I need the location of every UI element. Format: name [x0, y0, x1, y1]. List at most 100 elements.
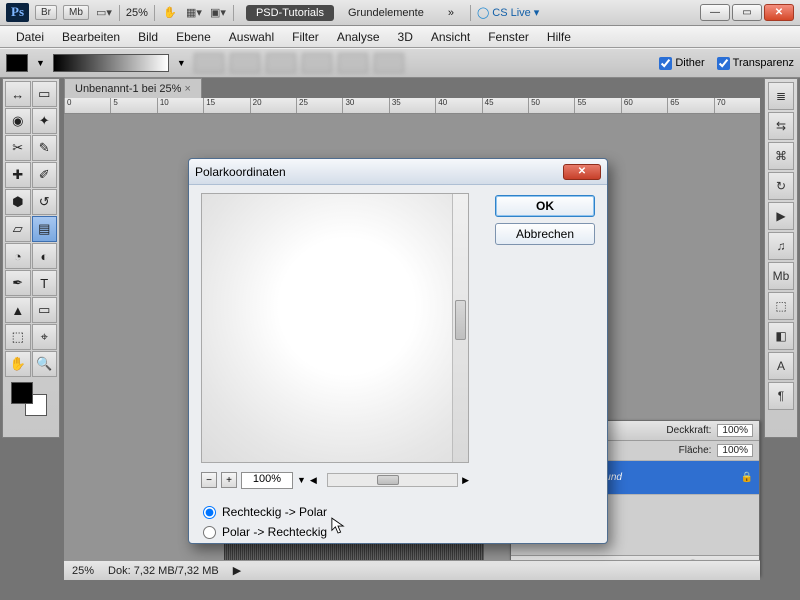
workspace-more-icon[interactable]: » — [438, 5, 464, 21]
right-panel-strip: ≣ ⇆ ⌘ ↻ ▶ ♫ Mb ⬚ ◧ A ¶ — [764, 78, 798, 438]
status-bar: 25% Dok: 7,32 MB/7,32 MB ▶ — [64, 560, 760, 580]
screen-mode-icon[interactable]: ▭▾ — [95, 4, 113, 22]
preview-image — [202, 194, 452, 462]
menu-fenster[interactable]: Fenster — [480, 28, 537, 46]
move-tool[interactable]: ↔ — [5, 81, 31, 107]
3d-camera-tool[interactable]: ⌖ — [32, 324, 58, 350]
status-doc: Dok: 7,32 MB/7,32 MB — [108, 565, 219, 577]
eyedropper-tool[interactable]: ✎ — [32, 135, 58, 161]
opacity-label: Deckkraft: — [666, 425, 711, 436]
panel-icon[interactable]: ¶ — [768, 382, 794, 410]
bridge-chip[interactable]: Br — [35, 5, 57, 20]
minimize-button[interactable]: — — [700, 4, 730, 21]
cslive-link[interactable]: ◯CS Live ▾ — [477, 6, 539, 19]
dropdown-icon[interactable]: ▼ — [297, 475, 306, 485]
arrange-icon[interactable]: ▦▾ — [185, 4, 203, 22]
brush-tool[interactable]: ✐ — [32, 162, 58, 188]
minibridge-chip[interactable]: Mb — [63, 5, 89, 20]
preview-hscroll[interactable] — [327, 473, 458, 487]
panel-icon[interactable]: ◧ — [768, 322, 794, 350]
lock-icon: 🔒 — [741, 472, 753, 483]
menu-3d[interactable]: 3D — [390, 28, 421, 46]
workspace-tab-active[interactable]: PSD-Tutorials — [246, 5, 334, 21]
menu-hilfe[interactable]: Hilfe — [539, 28, 579, 46]
hand-icon[interactable]: ✋ — [161, 4, 179, 22]
status-zoom[interactable]: 25% — [72, 565, 94, 577]
crop-tool[interactable]: ✂ — [5, 135, 31, 161]
panel-icon[interactable]: A — [768, 352, 794, 380]
heal-tool[interactable]: ✚ — [5, 162, 31, 188]
dropdown-icon[interactable]: ▼ — [36, 58, 45, 68]
transparency-checkbox[interactable]: Transparenz — [717, 57, 794, 70]
panel-icon[interactable]: ▶ — [768, 202, 794, 230]
opacity-value[interactable]: 100% — [717, 424, 753, 437]
eraser-tool[interactable]: ▱ — [5, 216, 31, 242]
ok-button[interactable]: OK — [495, 195, 595, 217]
panel-icon[interactable]: ⇆ — [768, 112, 794, 140]
stamp-tool[interactable]: ⬢ — [5, 189, 31, 215]
shape-tool[interactable]: ▭ — [32, 297, 58, 323]
hand-tool[interactable]: ✋ — [5, 351, 31, 377]
panel-icon[interactable]: Mb — [768, 262, 794, 290]
app-logo: Ps — [6, 3, 29, 22]
toolbox: ↔ ▭ ◉ ✦ ✂ ✎ ✚ ✐ ⬢ ↺ ▱ ▤ ◔ ◐ ✒ T ▲ ▭ ⬚ ⌖ … — [2, 78, 60, 438]
document-tab[interactable]: Unbenannt-1 bei 25% × — [64, 78, 202, 98]
zoom-out-button[interactable]: − — [201, 472, 217, 488]
pen-tool[interactable]: ✒ — [5, 270, 31, 296]
marquee-tool[interactable]: ▭ — [32, 81, 58, 107]
zoom-field[interactable]: 100% — [241, 472, 293, 489]
status-arrow-icon[interactable]: ▶ — [233, 564, 241, 577]
menu-datei[interactable]: Datei — [8, 28, 52, 46]
dialog-close-button[interactable]: ✕ — [563, 164, 601, 180]
dither-checkbox[interactable]: Dither — [659, 57, 704, 70]
menu-bearbeiten[interactable]: Bearbeiten — [54, 28, 128, 46]
scroll-left-icon[interactable]: ◀ — [310, 475, 317, 486]
wand-tool[interactable]: ✦ — [32, 108, 58, 134]
type-tool[interactable]: T — [32, 270, 58, 296]
gradient-tool[interactable]: ▤ — [32, 216, 58, 242]
menu-ansicht[interactable]: Ansicht — [423, 28, 478, 46]
menu-ebene[interactable]: Ebene — [168, 28, 219, 46]
path-select-tool[interactable]: ▲ — [5, 297, 31, 323]
maximize-button[interactable]: ▭ — [732, 4, 762, 21]
option-polar-to-rect[interactable]: Polar -> Rechteckig — [203, 525, 327, 539]
extras-icon[interactable]: ▣▾ — [209, 4, 227, 22]
tool-preset-swatch[interactable] — [6, 54, 28, 72]
panel-icon[interactable]: ♫ — [768, 232, 794, 260]
gradient-preview[interactable] — [53, 54, 169, 72]
panel-icon[interactable]: ⌘ — [768, 142, 794, 170]
menu-filter[interactable]: Filter — [284, 28, 327, 46]
scroll-right-icon[interactable]: ▶ — [462, 475, 469, 486]
polar-coordinates-dialog: Polarkoordinaten ✕ − + 100% ▼ ◀ ▶ Rechte… — [188, 158, 608, 544]
options-bar: ▼ ▼ Dither Transparenz — [0, 48, 800, 78]
zoom-tool[interactable]: 🔍 — [32, 351, 58, 377]
lasso-tool[interactable]: ◉ — [5, 108, 31, 134]
close-icon[interactable]: × — [184, 83, 190, 95]
zoom-level[interactable]: 25% — [126, 7, 148, 19]
panel-icon[interactable]: ⬚ — [768, 292, 794, 320]
cursor-icon — [331, 517, 345, 535]
3d-tool[interactable]: ⬚ — [5, 324, 31, 350]
menu-bild[interactable]: Bild — [130, 28, 166, 46]
cslive-icon: ◯ — [477, 6, 489, 19]
workspace-tab[interactable]: Grundelemente — [338, 5, 434, 21]
cancel-button[interactable]: Abbrechen — [495, 223, 595, 245]
menu-auswahl[interactable]: Auswahl — [221, 28, 282, 46]
dodge-tool[interactable]: ◐ — [32, 243, 58, 269]
blur-tool[interactable]: ◔ — [5, 243, 31, 269]
panel-icon[interactable]: ≣ — [768, 82, 794, 110]
dropdown-icon[interactable]: ▼ — [177, 58, 186, 68]
preview-scrollbar[interactable] — [452, 194, 468, 462]
history-brush-tool[interactable]: ↺ — [32, 189, 58, 215]
option-rect-to-polar[interactable]: Rechteckig -> Polar — [203, 505, 327, 519]
fill-label: Fläche: — [679, 445, 712, 456]
close-button[interactable]: ✕ — [764, 4, 794, 21]
panel-icon[interactable]: ↻ — [768, 172, 794, 200]
color-swatches[interactable] — [5, 378, 57, 418]
fill-value[interactable]: 100% — [717, 444, 753, 457]
menu-analyse[interactable]: Analyse — [329, 28, 388, 46]
dialog-titlebar[interactable]: Polarkoordinaten ✕ — [189, 159, 607, 185]
dialog-preview — [201, 193, 469, 463]
dialog-title: Polarkoordinaten — [195, 165, 286, 179]
zoom-in-button[interactable]: + — [221, 472, 237, 488]
